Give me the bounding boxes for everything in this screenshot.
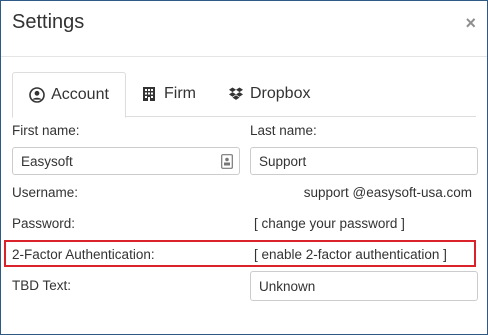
dropbox-icon <box>228 86 244 102</box>
change-password-link[interactable]: [ change your password ] <box>254 216 405 231</box>
tab-account-label: Account <box>51 86 109 103</box>
tbd-label: TBD Text: <box>12 278 72 293</box>
dialog-title: Settings <box>12 11 85 33</box>
first-name-label: First name: <box>12 123 80 138</box>
username-label: Username: <box>12 185 79 200</box>
last-name-value: Support <box>259 153 307 169</box>
tbd-field[interactable]: Unknown <box>250 271 478 301</box>
last-name-label: Last name: <box>250 123 317 138</box>
tab-bar: Account Firm Dropbox <box>12 72 476 118</box>
first-name-value: Easysoft <box>21 153 73 169</box>
first-name-field[interactable]: Easysoft <box>12 147 240 175</box>
tab-firm-label: Firm <box>164 84 196 102</box>
password-label: Password: <box>12 216 76 231</box>
tab-account[interactable]: Account <box>12 72 126 118</box>
two-factor-label: 2-Factor Authentication: <box>12 247 155 262</box>
tbd-value: Unknown <box>259 278 316 294</box>
username-value: support @easysoft-usa.com <box>303 185 472 200</box>
last-name-field[interactable]: Support <box>250 147 478 175</box>
contact-card-icon[interactable] <box>221 154 233 169</box>
building-icon <box>142 86 158 102</box>
enable-two-factor-link[interactable]: [ enable 2-factor authentication ] <box>254 247 447 262</box>
tab-firm[interactable]: Firm <box>142 72 196 115</box>
dialog-header: Settings × <box>1 1 487 57</box>
tab-dropbox-label: Dropbox <box>250 84 311 102</box>
user-circle-icon <box>29 87 45 103</box>
tab-dropbox[interactable]: Dropbox <box>228 72 310 115</box>
close-icon[interactable]: × <box>465 11 476 35</box>
